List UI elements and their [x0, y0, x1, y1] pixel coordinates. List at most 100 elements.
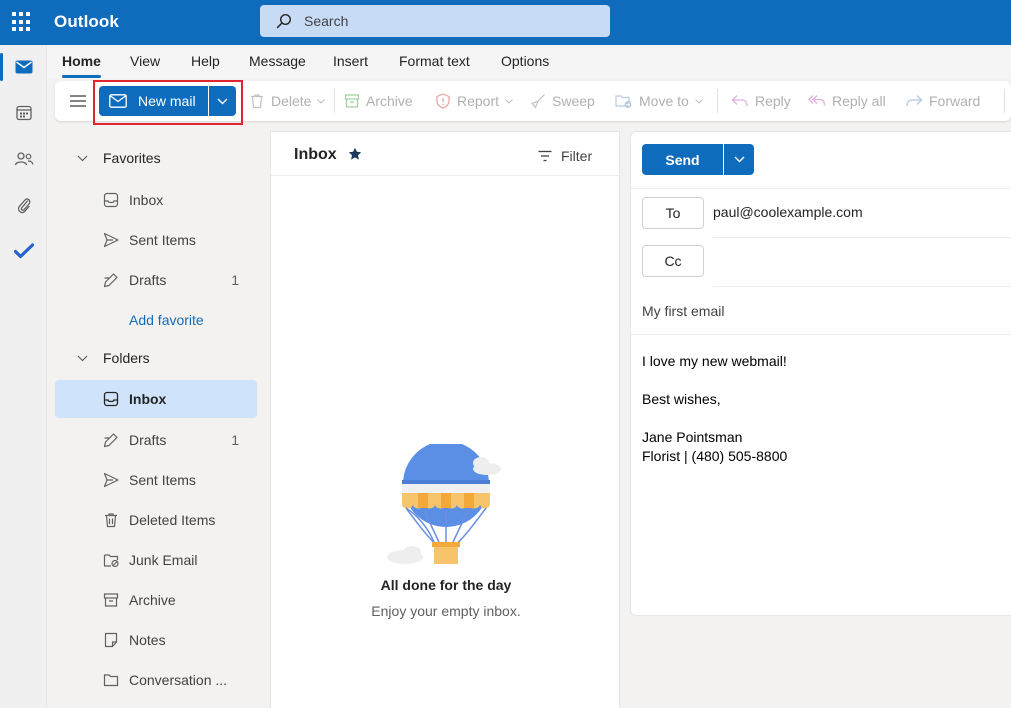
top-bar: Outlook Search [0, 0, 1011, 45]
cc-field[interactable] [713, 253, 1003, 273]
tab-options[interactable]: Options [501, 53, 549, 69]
message-list: Inbox Filter All done for the day Enjoy … [270, 131, 621, 708]
search-icon [276, 13, 292, 29]
favorites-header[interactable]: Favorites [47, 141, 269, 175]
broom-icon [530, 93, 546, 109]
folder-pane: Favorites Inbox Sent Items Drafts 1 Add … [47, 121, 269, 708]
folder-label: Sent Items [129, 472, 196, 488]
folder-drafts[interactable]: Drafts 1 [55, 421, 257, 459]
favorite-inbox[interactable]: Inbox [55, 181, 257, 219]
folders-header[interactable]: Folders [47, 341, 269, 375]
tab-view[interactable]: View [130, 53, 160, 69]
reply-icon [731, 94, 749, 108]
star-icon[interactable] [348, 147, 362, 161]
ribbon-tabs: Home View Help Message Insert Format tex… [47, 45, 1011, 79]
report-button[interactable]: Report [435, 81, 513, 121]
favorite-sent-items[interactable]: Sent Items [55, 221, 257, 259]
menu-icon[interactable] [69, 81, 87, 121]
inbox-icon [103, 192, 119, 208]
filter-button[interactable]: Filter [538, 148, 592, 164]
send-icon [103, 232, 119, 248]
attach-icon[interactable] [0, 185, 47, 225]
folder-conversation-history[interactable]: Conversation ... [55, 661, 257, 699]
body-line: Best wishes, [642, 391, 721, 407]
folder-sent-items[interactable]: Sent Items [55, 461, 257, 499]
send-options-dropdown[interactable] [724, 144, 754, 175]
folder-label: Conversation ... [129, 672, 228, 688]
empty-state-subtitle: Enjoy your empty inbox. [371, 603, 521, 619]
folder-archive[interactable]: Archive [55, 581, 257, 619]
forward-button[interactable]: Forward [905, 81, 980, 121]
folder-label: Sent Items [129, 232, 196, 248]
filter-label: Filter [561, 148, 593, 164]
add-favorite-link[interactable]: Add favorite [129, 312, 204, 328]
delete-label: Delete [271, 93, 312, 109]
chevron-down-icon [734, 156, 745, 163]
search-box[interactable]: Search [260, 5, 610, 37]
todo-icon[interactable] [0, 231, 47, 271]
folder-label: Junk Email [129, 552, 198, 568]
body-line: Florist | (480) 505-8800 [642, 448, 788, 464]
subject-field[interactable]: My first email [642, 303, 724, 319]
chevron-down-icon [694, 98, 703, 104]
folder-icon [103, 672, 119, 688]
tab-help[interactable]: Help [191, 53, 220, 69]
chevron-down-icon [505, 98, 513, 104]
trash-icon [249, 93, 265, 109]
archive-button[interactable]: Archive [344, 81, 413, 121]
body-line: I love my new webmail! [642, 353, 787, 369]
unread-count: 1 [231, 432, 239, 448]
send-button[interactable]: Send [642, 144, 723, 175]
body-line [642, 409, 1002, 428]
forward-icon [905, 94, 923, 108]
reply-button[interactable]: Reply [731, 81, 791, 121]
app-title[interactable]: Outlook [54, 12, 119, 32]
folder-label: Deleted Items [129, 512, 216, 528]
folder-notes[interactable]: Notes [55, 621, 257, 659]
reply-all-label: Reply all [832, 93, 886, 109]
reply-label: Reply [755, 93, 791, 109]
folder-junk-email[interactable]: Junk Email [55, 541, 257, 579]
tab-format-text[interactable]: Format text [399, 53, 470, 69]
favorite-drafts[interactable]: Drafts 1 [55, 261, 257, 299]
empty-state-title: All done for the day [380, 577, 512, 593]
filter-icon [538, 150, 552, 162]
pencil-icon [103, 272, 119, 288]
sweep-button[interactable]: Sweep [530, 81, 595, 121]
archive-label: Archive [366, 93, 413, 109]
folder-deleted-items[interactable]: Deleted Items [55, 501, 257, 539]
mail-icon[interactable] [0, 47, 47, 87]
unread-count: 1 [231, 272, 239, 288]
tab-home[interactable]: Home [62, 53, 101, 78]
to-button[interactable]: To [642, 197, 704, 229]
folder-label: Inbox [129, 391, 167, 407]
folder-move-icon [615, 93, 633, 109]
folder-label: Inbox [129, 192, 164, 208]
pencil-icon [103, 432, 119, 448]
reply-all-icon [808, 94, 826, 108]
to-field[interactable]: paul@coolexample.com [713, 204, 863, 220]
chevron-down-icon [77, 155, 88, 162]
forward-label: Forward [929, 93, 981, 109]
folder-label: Archive [129, 592, 176, 608]
people-icon[interactable] [0, 139, 47, 179]
app-launcher-icon[interactable] [12, 12, 32, 32]
body-line: Jane Pointsman [642, 429, 743, 445]
tab-message[interactable]: Message [249, 53, 306, 69]
chevron-down-icon [317, 98, 326, 104]
send-icon [103, 472, 119, 488]
chevron-down-icon [77, 355, 88, 362]
balloon-illustration [384, 444, 509, 569]
delete-button[interactable]: Delete [249, 81, 326, 121]
cc-button[interactable]: Cc [642, 245, 704, 277]
folder-inbox[interactable]: Inbox [55, 380, 257, 418]
tab-insert[interactable]: Insert [333, 53, 368, 69]
reply-all-button[interactable]: Reply all [808, 81, 886, 121]
move-to-button[interactable]: Move to [615, 81, 703, 121]
list-title: Inbox [294, 146, 337, 163]
shield-icon [435, 93, 451, 109]
inbox-icon [103, 391, 119, 407]
message-body[interactable]: I love my new webmail! Best wishes, Jane… [642, 352, 1002, 466]
note-icon [103, 632, 119, 648]
calendar-icon[interactable] [0, 93, 47, 133]
